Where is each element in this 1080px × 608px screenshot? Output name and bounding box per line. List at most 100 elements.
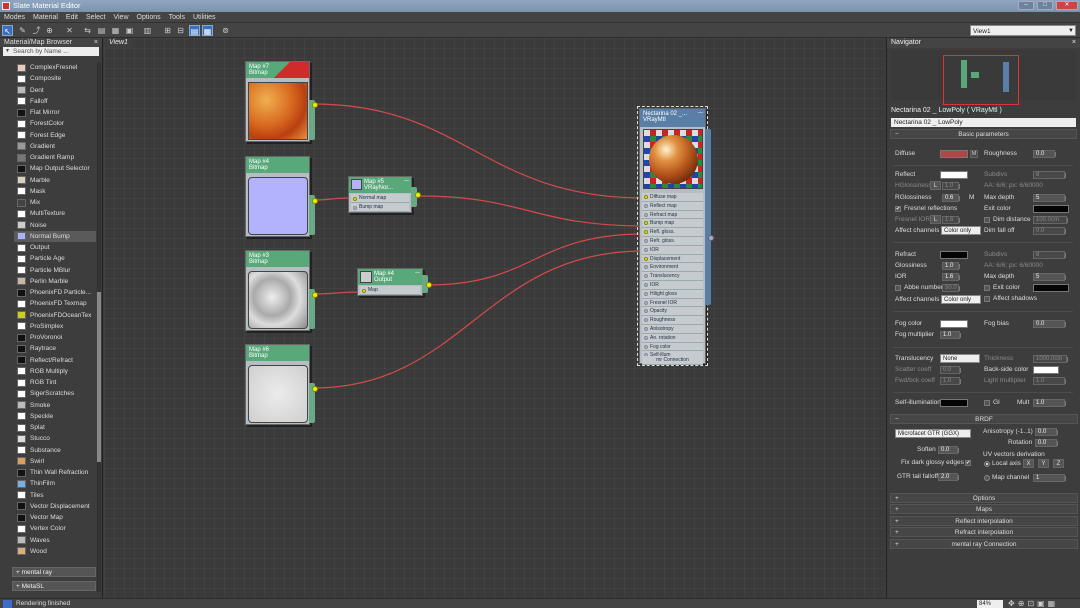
material-slot[interactable]: An. rotation [642,333,703,343]
input-socket[interactable] [644,203,648,208]
scrollbar-thumb[interactable] [97,292,101,462]
browser-item[interactable]: PhoenixFD Texmap [14,298,96,309]
list-scrollbar[interactable] [97,62,101,592]
pick-material-icon[interactable]: ✎ [17,25,28,36]
axis-y-button[interactable]: Y [1038,459,1049,468]
thickness-spinner[interactable]: 1000.0cm [1033,355,1068,363]
fresnel-ior-spinner[interactable]: 1.6 [942,216,960,224]
browser-item[interactable]: Falloff [14,96,96,107]
show-map-icon[interactable]: ▦ [110,25,121,36]
browser-item[interactable]: RGB Tint [14,377,96,388]
browser-item[interactable]: Noise [14,220,96,231]
refract-subdivs-spinner[interactable]: 8 [1033,251,1066,259]
node-map3[interactable]: Map #3 Bitmap [245,250,318,331]
input-socket[interactable] [644,256,648,261]
layout-all-icon[interactable]: ▥ [142,25,153,36]
hglossiness-spinner[interactable]: 1.0 [942,182,960,190]
input-socket[interactable] [644,344,648,349]
browser-item[interactable]: Reflect/Refract [14,355,96,366]
input-socket[interactable] [644,274,648,279]
zoom-selected-icon[interactable]: ▦ [1048,599,1059,608]
fog-color-swatch[interactable] [940,320,968,328]
output-socket[interactable] [426,282,432,288]
browser-item[interactable]: Vector Map [14,512,96,523]
rollout-collapsed[interactable]: + mental ray Connection [890,538,1078,549]
browser-item[interactable]: Forest Edge [14,130,96,141]
refract-maxdepth-spinner[interactable]: 5 [1033,273,1066,281]
browser-item[interactable]: Waves [14,535,96,546]
input-socket[interactable] [362,288,366,293]
pan-icon[interactable]: ✥ [1008,599,1018,608]
input-socket[interactable] [353,205,357,210]
material-slot[interactable]: Environment [642,263,703,273]
material-slot[interactable]: Translucency [642,272,703,281]
menu-material[interactable]: Material [29,12,62,22]
node-header[interactable]: Map #6 Bitmap [246,345,309,361]
material-slot[interactable]: IOR [642,245,703,255]
menu-tools[interactable]: Tools [165,12,189,22]
browser-item[interactable]: Mask [14,186,96,197]
zoom-extents-icon[interactable]: ▣ [1037,599,1048,608]
node-map4[interactable]: Map #4 Bitmap [245,156,318,237]
scatter-coeff-spinner[interactable]: 0.0 [940,366,961,374]
output-socket[interactable] [312,198,318,204]
rollout-metasl[interactable]: + MetaSL [12,581,96,591]
browser-item[interactable]: ThinFilm [14,478,96,489]
abbe-checkbox[interactable] [895,285,901,291]
assign-material-icon[interactable]: ⊕ [44,25,55,36]
self-illum-mult-spinner[interactable]: 1.0 [1033,399,1066,407]
arrange-icon[interactable]: ⊟ [175,25,186,36]
input-socket[interactable] [644,300,648,305]
menu-modes[interactable]: Modes [0,12,29,22]
diffuse-map-button[interactable]: M [970,150,978,158]
delete-icon[interactable]: ✕ [64,25,75,36]
layout-children-icon[interactable]: ⊞ [162,25,173,36]
browser-item[interactable]: Marble [14,175,96,186]
input-socket[interactable] [644,291,648,296]
translucency-dropdown[interactable]: None [940,354,980,363]
node-header[interactable]: Map #4 Bitmap [246,157,309,173]
input-socket[interactable] [644,212,648,217]
move-children-icon[interactable]: ⇆ [82,25,93,36]
rollout-collapsed[interactable]: + Refract interpolation [890,527,1078,538]
refract-exit-color-swatch[interactable] [1033,284,1069,292]
dim-distance-checkbox[interactable] [984,217,990,223]
fog-bias-spinner[interactable]: 0.0 [1033,320,1066,328]
minimize-icon[interactable]: — [415,270,420,276]
output-socket[interactable] [312,292,318,298]
anisotropy-spinner[interactable]: 0.0 [1035,428,1058,436]
rotation-spinner[interactable]: 0.0 [1035,439,1058,447]
input-socket[interactable] [644,247,648,252]
minimize-icon[interactable]: — [698,110,703,116]
close-icon[interactable]: × [1072,38,1076,48]
dim-distance-spinner[interactable]: 100.0cm [1033,216,1068,224]
browser-item[interactable]: RGB Multiply [14,366,96,377]
browser-item[interactable]: Dent [14,85,96,96]
output-socket[interactable] [312,386,318,392]
zoom-region-icon[interactable]: ⊡ [1027,599,1037,608]
dim-falloff-spinner[interactable]: 0.0 [1033,227,1066,235]
input-socket[interactable] [644,239,648,243]
menu-utilities[interactable]: Utilities [189,12,220,22]
diffuse-color-swatch[interactable] [940,150,968,158]
slot-bump-map[interactable]: Bump map [351,203,409,212]
browser-item[interactable]: Swirl [14,456,96,467]
reflect-color-swatch[interactable] [940,171,968,179]
slot-normal-map[interactable]: Normal map [351,194,409,203]
affect-shadows-checkbox[interactable] [984,296,990,302]
node-view[interactable]: View1 Map #7 Bitmap Map #4 Bitmap Map #3 Bi… [104,38,884,598]
browser-item[interactable]: Speckle [14,411,96,422]
node-map7[interactable]: Map #7 Bitmap [245,61,318,142]
roughness-spinner[interactable]: 0.0 [1033,150,1056,158]
browser-item[interactable]: SigerScratches [14,388,96,399]
material-slot[interactable]: Bump map [642,219,703,229]
node-output[interactable]: Map #4 Output — Map [357,268,432,296]
browser-item[interactable]: Particle MBlur [14,265,96,276]
soften-spinner[interactable]: 0.0 [938,446,959,454]
browser-item[interactable]: Splat [14,422,96,433]
refract-color-swatch[interactable] [940,251,968,259]
input-socket[interactable] [644,309,648,314]
abbe-number-spinner[interactable]: 50.0 [942,284,960,292]
material-slot[interactable]: Refract map [642,210,703,220]
browser-item[interactable]: Vector Displacement [14,501,96,512]
